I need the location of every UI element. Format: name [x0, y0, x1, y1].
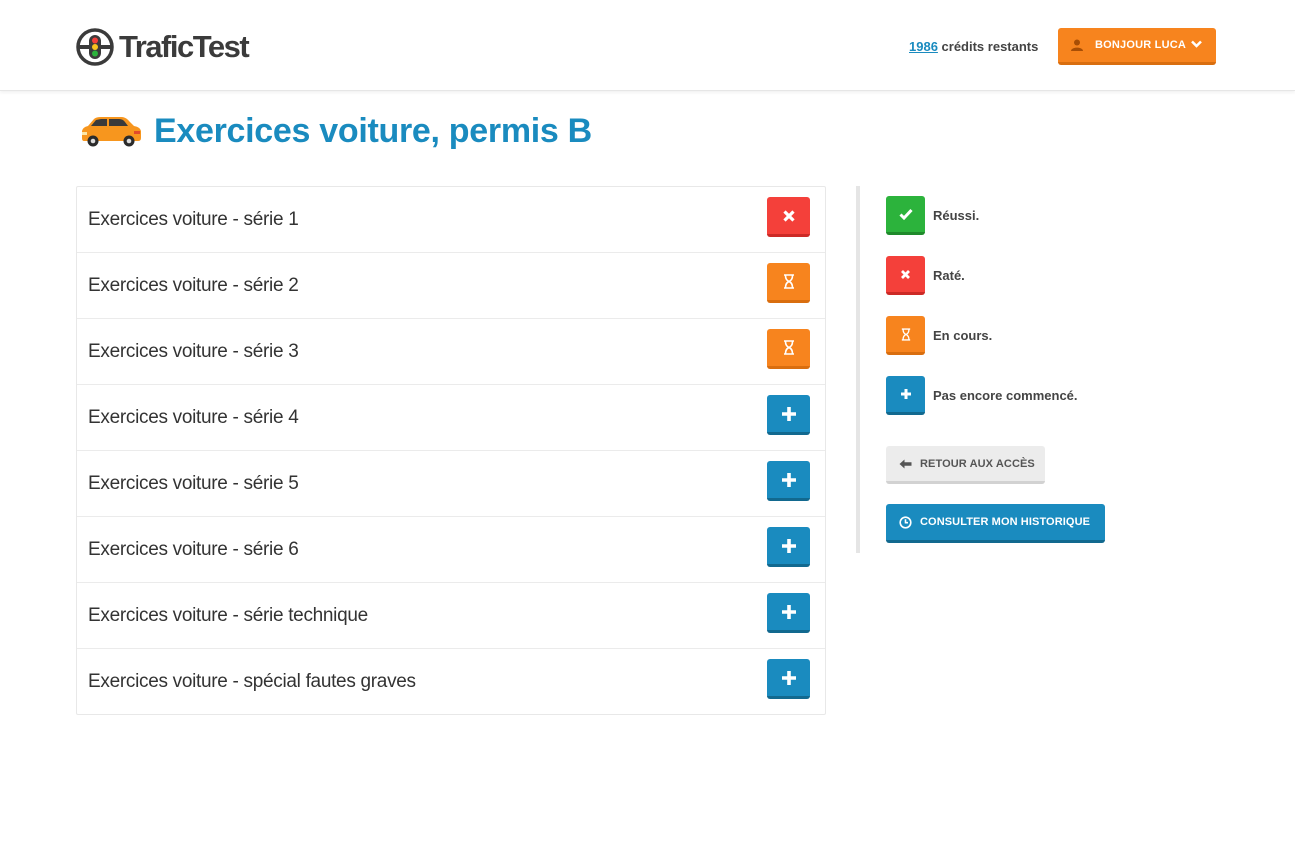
- vertical-divider: [856, 186, 860, 553]
- user-icon: [1071, 39, 1083, 51]
- check-icon: [898, 208, 913, 220]
- list-item[interactable]: Exercices voiture - série 1: [77, 187, 825, 253]
- status-in-progress-button[interactable]: [767, 329, 810, 369]
- credits-remaining: 1986 crédits restants: [909, 39, 1038, 55]
- series-label[interactable]: Exercices voiture - spécial fautes grave…: [88, 671, 416, 693]
- view-history-label: CONSULTER MON HISTORIQUE: [920, 516, 1091, 528]
- series-label[interactable]: Exercices voiture - série 1: [88, 209, 299, 231]
- plus-icon: [900, 389, 911, 399]
- legend-not-started-swatch: [886, 376, 925, 415]
- close-icon: [782, 209, 795, 222]
- top-header: TraficTest 1986 crédits restants BONJOUR…: [0, 0, 1295, 91]
- series-label[interactable]: Exercices voiture - série 3: [88, 341, 299, 363]
- series-label[interactable]: Exercices voiture - série 4: [88, 407, 299, 429]
- page-title-row: Exercices voiture, permis B: [79, 111, 592, 151]
- status-start-button[interactable]: [767, 395, 810, 435]
- status-failed-button[interactable]: [767, 197, 810, 237]
- list-item[interactable]: Exercices voiture - série 6: [77, 517, 825, 583]
- legend-item-passed: Réussi.: [886, 196, 979, 235]
- car-icon: [82, 117, 141, 147]
- legend-label: En cours.: [933, 328, 993, 343]
- series-list: Exercices voiture - série 1 Exercices vo…: [76, 186, 826, 715]
- list-item[interactable]: Exercices voiture - spécial fautes grave…: [77, 649, 825, 715]
- series-label[interactable]: Exercices voiture - série 5: [88, 473, 299, 495]
- legend-item-in-progress: En cours.: [886, 316, 992, 355]
- list-item[interactable]: Exercices voiture - série 5: [77, 451, 825, 517]
- back-to-access-label: RETOUR AUX ACCÈS: [920, 457, 1035, 470]
- list-item[interactable]: Exercices voiture - série 3: [77, 319, 825, 385]
- legend-in-progress-swatch: [886, 316, 925, 355]
- back-to-access-button[interactable]: RETOUR AUX ACCÈS: [886, 446, 1045, 484]
- status-start-button[interactable]: [767, 593, 810, 633]
- series-label[interactable]: Exercices voiture - série 6: [88, 539, 299, 561]
- list-item[interactable]: Exercices voiture - série 2: [77, 253, 825, 319]
- status-start-button[interactable]: [767, 659, 810, 699]
- traffic-light-logo-icon: [76, 28, 114, 66]
- page-title: Exercices voiture, permis B: [154, 112, 592, 150]
- legend-label: Pas encore commencé.: [933, 388, 1078, 403]
- list-item[interactable]: Exercices voiture - série 4: [77, 385, 825, 451]
- series-label[interactable]: Exercices voiture - série technique: [88, 605, 368, 627]
- user-menu-label: BONJOUR LUCA: [1095, 39, 1187, 51]
- hourglass-icon: [783, 340, 794, 355]
- status-start-button[interactable]: [767, 527, 810, 567]
- legend-label: Raté.: [933, 268, 965, 283]
- legend-failed-swatch: [886, 256, 925, 295]
- hourglass-icon: [783, 274, 794, 289]
- view-history-button[interactable]: CONSULTER MON HISTORIQUE: [886, 504, 1105, 543]
- list-item[interactable]: Exercices voiture - série technique: [77, 583, 825, 649]
- clock-icon: [899, 515, 912, 529]
- chevron-down-icon: [1191, 40, 1202, 48]
- series-label[interactable]: Exercices voiture - série 2: [88, 275, 299, 297]
- plus-icon: [781, 604, 796, 619]
- plus-icon: [781, 670, 796, 685]
- user-menu-button[interactable]: BONJOUR LUCA: [1058, 28, 1216, 65]
- credits-count-link[interactable]: 1986: [909, 39, 938, 54]
- credits-suffix: crédits restants: [937, 39, 1039, 54]
- logo[interactable]: TraficTest: [76, 28, 250, 66]
- status-start-button[interactable]: [767, 461, 810, 501]
- hourglass-icon: [901, 327, 910, 341]
- plus-icon: [781, 472, 796, 487]
- legend-item-failed: Raté.: [886, 256, 965, 295]
- legend-item-not-started: Pas encore commencé.: [886, 376, 1078, 415]
- arrow-left-icon: [899, 459, 912, 468]
- legend-label: Réussi.: [933, 208, 980, 223]
- legend-passed-swatch: [886, 196, 925, 235]
- close-icon: [901, 269, 910, 279]
- status-in-progress-button[interactable]: [767, 263, 810, 303]
- plus-icon: [781, 538, 796, 553]
- logo-text: TraficTest: [119, 29, 250, 64]
- plus-icon: [781, 406, 796, 421]
